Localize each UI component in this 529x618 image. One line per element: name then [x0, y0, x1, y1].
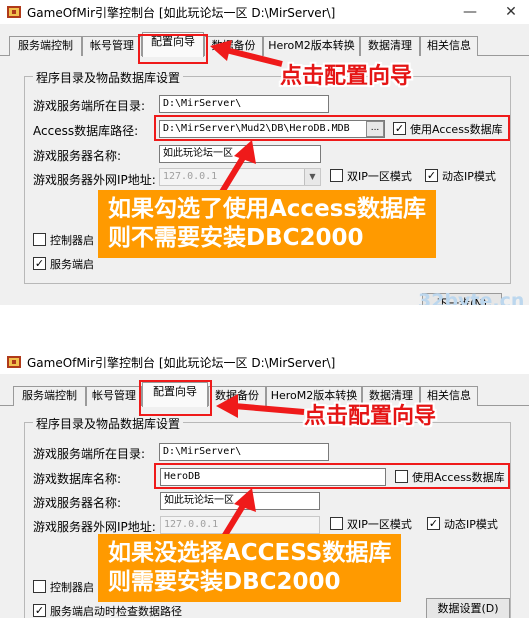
- dynamic-ip-label: 动态IP模式: [444, 518, 498, 531]
- screenshot-1: GameOfMir引擎控制台 [如此玩论坛一区 D:\MirServer\] —…: [0, 0, 529, 305]
- minimize-button[interactable]: —: [453, 0, 487, 24]
- tab-highlight-box: [139, 380, 212, 416]
- arrow-left-icon: [210, 40, 283, 67]
- dynamic-ip-label: 动态IP模式: [442, 170, 496, 183]
- control-autostart-label: 控制器启: [50, 234, 94, 247]
- control-autostart-checkbox[interactable]: [33, 233, 46, 246]
- group-title: 程序目录及物品数据库设置: [33, 415, 184, 432]
- server-ip-label: 游戏服务器外网IP地址:: [33, 173, 156, 187]
- title-bar: GameOfMir引擎控制台 [如此玩论坛一区 D:\MirServer\] —…: [0, 0, 529, 24]
- tab-server-control[interactable]: 服务端控制: [13, 386, 86, 406]
- check-data-path-checkbox[interactable]: ✓: [33, 604, 46, 617]
- callout-line-2: 则不需要安装DBC2000: [108, 225, 364, 251]
- app-icon: [7, 6, 21, 18]
- callout-line-1: 如果勾选了使用Access数据库: [108, 196, 427, 222]
- check-icon: ✓: [34, 257, 45, 270]
- server-dir-input[interactable]: D:\MirServer\: [159, 443, 329, 461]
- watermark: 32byte.cn: [418, 290, 525, 305]
- access-highlight-box: [154, 115, 510, 141]
- data-settings-button[interactable]: 数据设置(D): [426, 598, 510, 618]
- check-icon: ✓: [34, 604, 45, 617]
- dual-ip-label: 双IP一区模式: [347, 170, 412, 183]
- tab-account[interactable]: 帐号管理: [82, 36, 142, 56]
- server-dir-label: 游戏服务端所在目录:: [33, 447, 146, 461]
- server-name-label: 游戏服务器名称:: [33, 496, 122, 510]
- dynamic-ip-checkbox[interactable]: ✓: [427, 517, 440, 530]
- annotation-click-wizard: 点击配置向导: [280, 64, 413, 89]
- server-ip-label: 游戏服务器外网IP地址:: [33, 520, 156, 534]
- callout-box: 如果勾选了使用Access数据库 则不需要安装DBC2000: [98, 190, 437, 258]
- tab-data-clean[interactable]: 数据清理: [360, 36, 420, 56]
- annotation-click-wizard: 点击配置向导: [304, 404, 437, 429]
- screenshot-2: GameOfMir引擎控制台 [如此玩论坛一区 D:\MirServer\] 服…: [0, 350, 529, 618]
- control-autostart-label: 控制器启: [50, 581, 94, 594]
- server-autostart-checkbox[interactable]: ✓: [33, 257, 46, 270]
- title-bar: GameOfMir引擎控制台 [如此玩论坛一区 D:\MirServer\]: [0, 350, 529, 374]
- callout-box: 如果没选择ACCESS数据库 则需要安装DBC2000: [98, 534, 402, 602]
- arrow-left-icon: [216, 394, 305, 418]
- server-autostart-label: 服务端启: [50, 258, 94, 271]
- check-data-path-label: 服务端启动时检查数据路径: [50, 605, 182, 618]
- access-highlight-box: [154, 463, 510, 489]
- app-icon: [7, 356, 21, 368]
- dual-ip-checkbox[interactable]: [330, 169, 343, 182]
- chevron-down-icon[interactable]: ▼: [304, 169, 320, 185]
- callout-line-2: 则需要安装DBC2000: [108, 569, 341, 595]
- db-path-label: Access数据库路径:: [33, 124, 139, 138]
- window-title: GameOfMir引擎控制台 [如此玩论坛一区 D:\MirServer\]: [27, 6, 336, 20]
- tab-account[interactable]: 帐号管理: [86, 386, 142, 406]
- dual-ip-label: 双IP一区模式: [347, 518, 412, 531]
- arrow-up-icon: [219, 140, 256, 194]
- check-icon: ✓: [426, 169, 437, 182]
- dual-ip-checkbox[interactable]: [330, 517, 343, 530]
- close-button[interactable]: ✕: [494, 0, 528, 24]
- tab-about[interactable]: 相关信息: [420, 36, 478, 56]
- window-title: GameOfMir引擎控制台 [如此玩论坛一区 D:\MirServer\]: [27, 356, 336, 370]
- tab-highlight-box: [138, 34, 208, 64]
- check-icon: ✓: [428, 517, 439, 530]
- server-dir-input[interactable]: D:\MirServer\: [159, 95, 329, 113]
- server-dir-label: 游戏服务端所在目录:: [33, 99, 146, 113]
- control-autostart-checkbox[interactable]: [33, 580, 46, 593]
- tab-server-control[interactable]: 服务端控制: [9, 36, 82, 56]
- dynamic-ip-checkbox[interactable]: ✓: [425, 169, 438, 182]
- server-name-label: 游戏服务器名称:: [33, 149, 122, 163]
- group-title: 程序目录及物品数据库设置: [33, 69, 184, 86]
- callout-line-1: 如果没选择ACCESS数据库: [108, 540, 392, 566]
- db-name-label: 游戏数据库名称:: [33, 472, 122, 486]
